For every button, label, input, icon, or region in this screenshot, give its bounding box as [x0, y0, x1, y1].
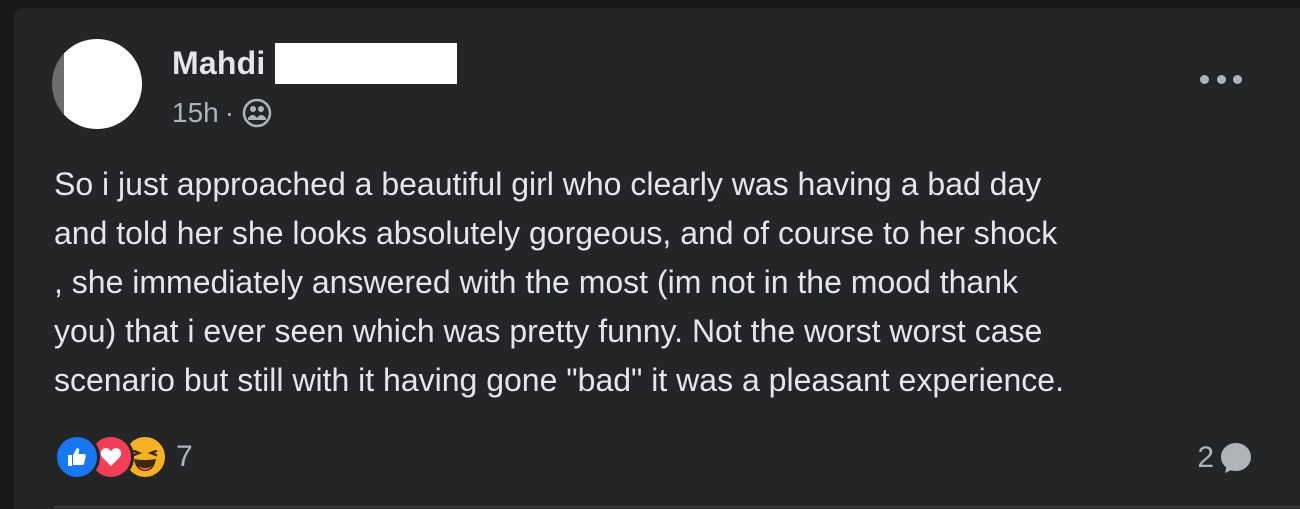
more-dot-icon — [1200, 74, 1209, 84]
comment-summary[interactable]: 2 — [1197, 438, 1254, 478]
more-dot-icon — [1233, 74, 1242, 84]
avatar[interactable] — [52, 39, 142, 129]
more-dot-icon — [1216, 74, 1226, 84]
friends-icon[interactable] — [242, 98, 272, 128]
comment-bubble-icon — [1221, 443, 1251, 473]
post-meta: 15h · — [172, 96, 272, 130]
avatar-redaction — [64, 39, 142, 129]
like-reaction-icon — [54, 434, 100, 480]
post-timestamp[interactable]: 15h — [172, 97, 219, 129]
reaction-count[interactable]: 7 — [176, 440, 193, 474]
author-surname-redaction — [275, 42, 458, 84]
post-body: So i just approached a beautiful girl wh… — [54, 166, 1064, 398]
meta-separator: · — [224, 97, 235, 128]
reactions-summary[interactable]: 7 — [54, 434, 193, 480]
author-name[interactable]: Mahdi — [172, 45, 265, 82]
author-row: Mahdi — [172, 41, 458, 85]
more-options-button[interactable] — [1200, 64, 1242, 94]
post-card: Mahdi 15h · So i just approached a beaut… — [14, 8, 1300, 509]
divider — [54, 506, 1300, 508]
comment-count[interactable]: 2 — [1197, 441, 1214, 475]
